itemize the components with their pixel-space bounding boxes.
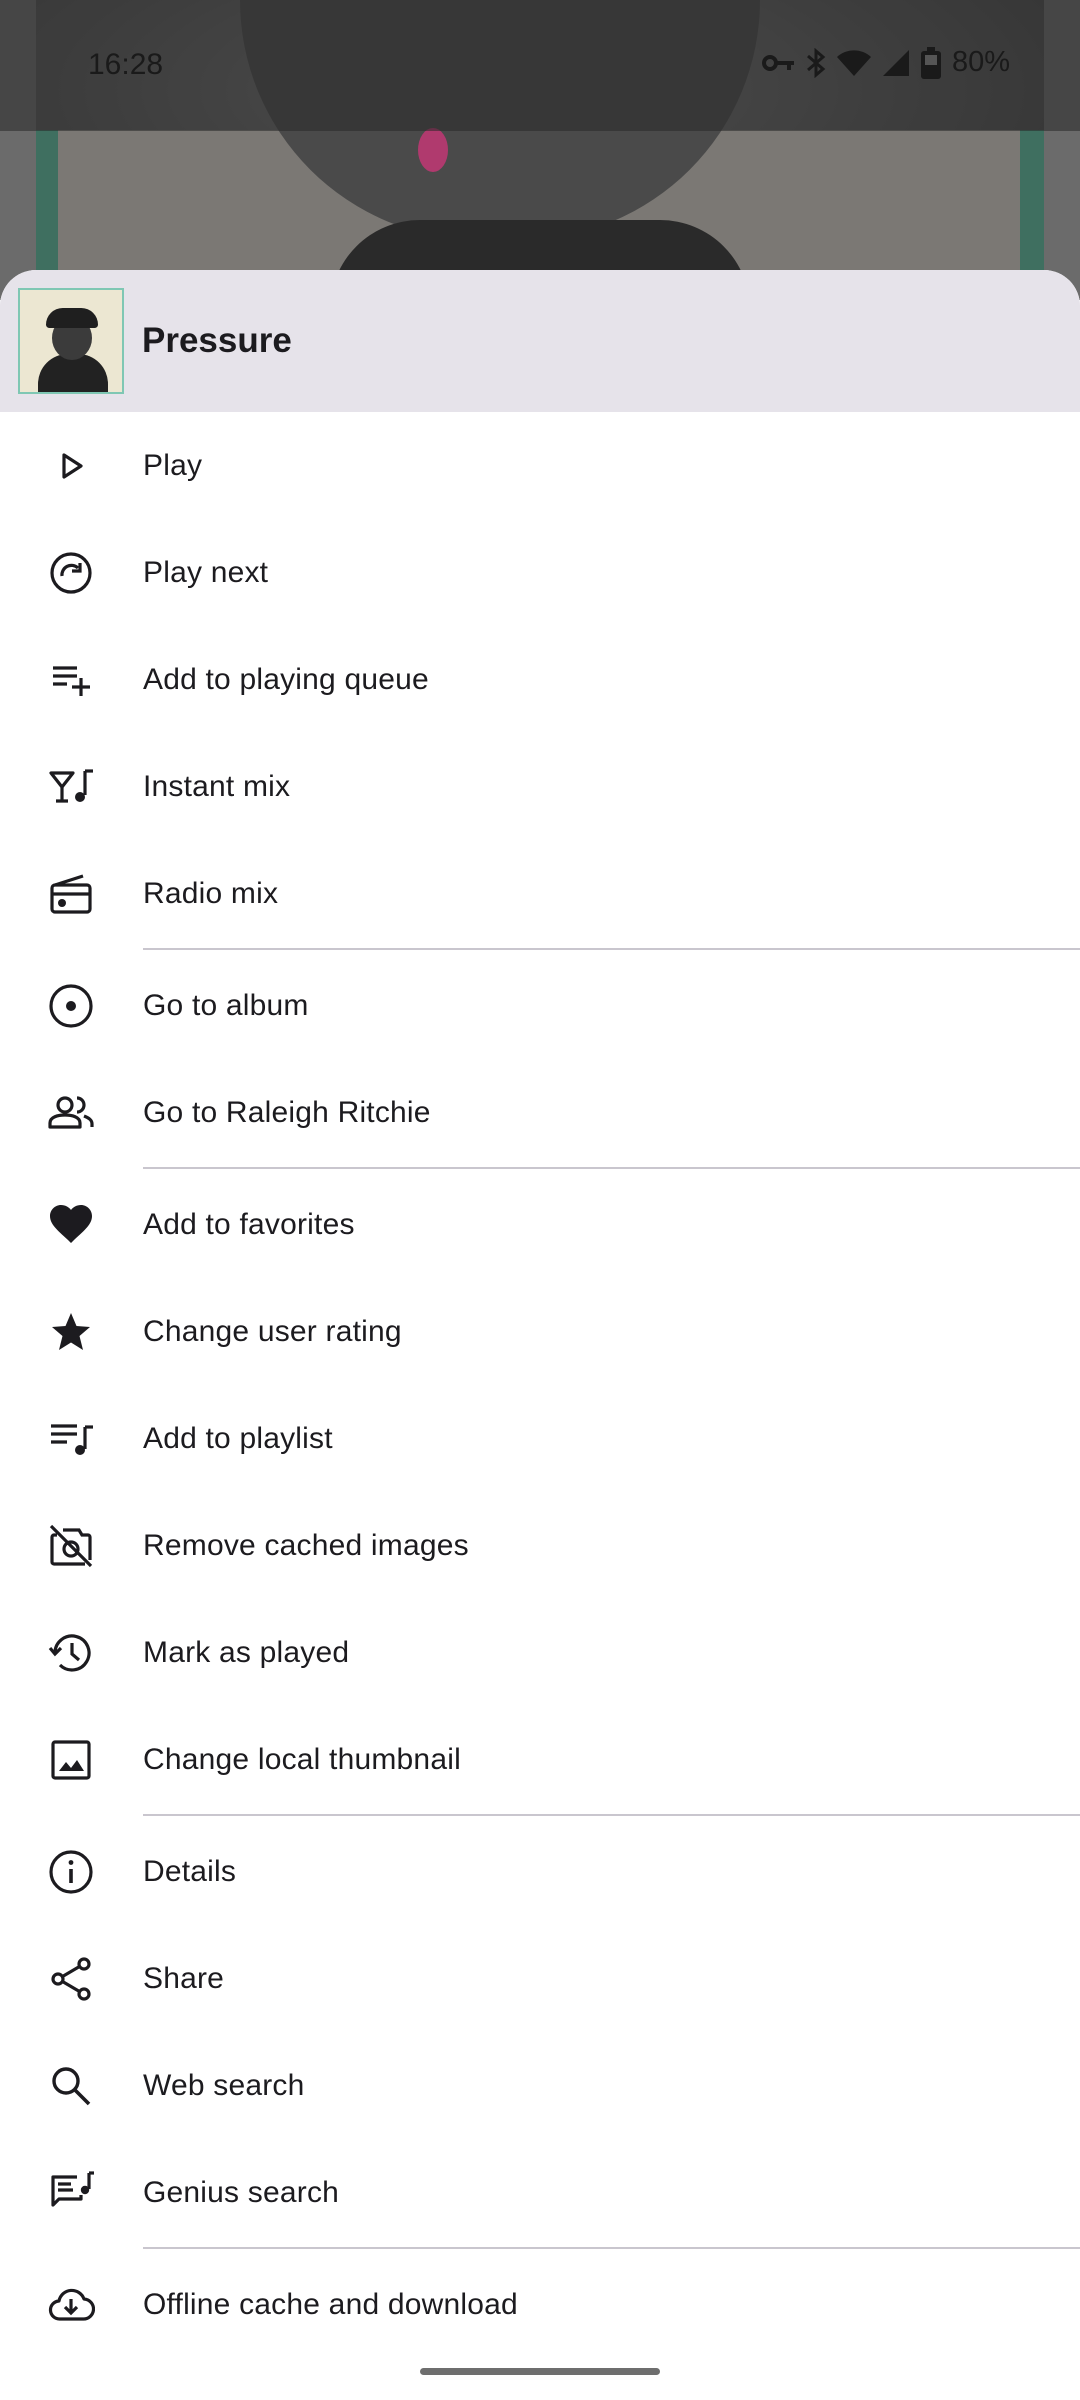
menu-item-share[interactable]: Share xyxy=(0,1925,1080,2032)
play-icon xyxy=(0,442,143,490)
menu-item-genius-search[interactable]: Genius search xyxy=(0,2139,1080,2246)
divider xyxy=(143,1814,1080,1816)
playlist-add-icon xyxy=(0,1415,143,1463)
instant-mix-icon xyxy=(0,763,143,811)
divider xyxy=(143,948,1080,950)
share-icon xyxy=(0,1955,143,2003)
sheet-header: Pressure xyxy=(0,270,1080,412)
status-bar: 16:28 80% xyxy=(0,0,1080,131)
lyrics-icon xyxy=(0,2169,143,2217)
menu-item-radio-mix[interactable]: Radio mix xyxy=(0,840,1080,947)
divider xyxy=(143,1167,1080,1169)
menu-item-add-to-playlist[interactable]: Add to playlist xyxy=(0,1385,1080,1492)
menu-item-change-thumbnail[interactable]: Change local thumbnail xyxy=(0,1706,1080,1813)
menu-item-go-to-artist[interactable]: Go to Raleigh Ritchie xyxy=(0,1059,1080,1166)
home-indicator[interactable] xyxy=(420,2368,660,2375)
album-thumbnail xyxy=(18,288,124,394)
vpn-key-icon xyxy=(761,54,794,71)
search-icon xyxy=(0,2062,143,2110)
info-icon xyxy=(0,1848,143,1896)
cellular-signal-icon xyxy=(882,49,909,76)
no-image-icon xyxy=(0,1522,143,1570)
battery-saver-icon xyxy=(920,46,941,79)
song-title: Pressure xyxy=(142,321,292,360)
menu-item-mark-as-played[interactable]: Mark as played xyxy=(0,1599,1080,1706)
menu-item-remove-cached-images[interactable]: Remove cached images xyxy=(0,1492,1080,1599)
options-menu: Play Play next Add to playing queue Inst… xyxy=(0,412,1080,947)
image-icon xyxy=(0,1736,143,1784)
star-icon xyxy=(0,1308,143,1356)
battery-percentage: 80% xyxy=(951,46,1010,78)
menu-item-play-next[interactable]: Play next xyxy=(0,519,1080,626)
song-options-sheet: Pressure Play Play next Add to playing q… xyxy=(0,270,1080,2400)
bluetooth-icon xyxy=(806,47,826,78)
status-time: 16:28 xyxy=(88,48,164,81)
menu-item-go-to-album[interactable]: Go to album xyxy=(0,952,1080,1059)
menu-item-instant-mix[interactable]: Instant mix xyxy=(0,733,1080,840)
menu-item-web-search[interactable]: Web search xyxy=(0,2032,1080,2139)
menu-item-add-to-favorites[interactable]: Add to favorites xyxy=(0,1171,1080,1278)
artist-icon xyxy=(0,1089,143,1137)
cloud-download-icon xyxy=(0,2281,143,2329)
menu-item-play[interactable]: Play xyxy=(0,412,1080,519)
album-icon xyxy=(0,982,143,1030)
history-icon xyxy=(0,1629,143,1677)
queue-add-icon xyxy=(0,656,143,704)
play-next-icon xyxy=(0,549,143,597)
divider xyxy=(143,2247,1080,2249)
heart-icon xyxy=(0,1201,143,1249)
menu-item-add-to-queue[interactable]: Add to playing queue xyxy=(0,626,1080,733)
wifi-icon xyxy=(836,49,871,76)
menu-item-details[interactable]: Details xyxy=(0,1818,1080,1925)
status-icons: 80% xyxy=(761,46,1010,79)
radio-icon xyxy=(0,870,143,918)
menu-item-offline-cache[interactable]: Offline cache and download xyxy=(0,2251,1080,2358)
menu-item-change-rating[interactable]: Change user rating xyxy=(0,1278,1080,1385)
